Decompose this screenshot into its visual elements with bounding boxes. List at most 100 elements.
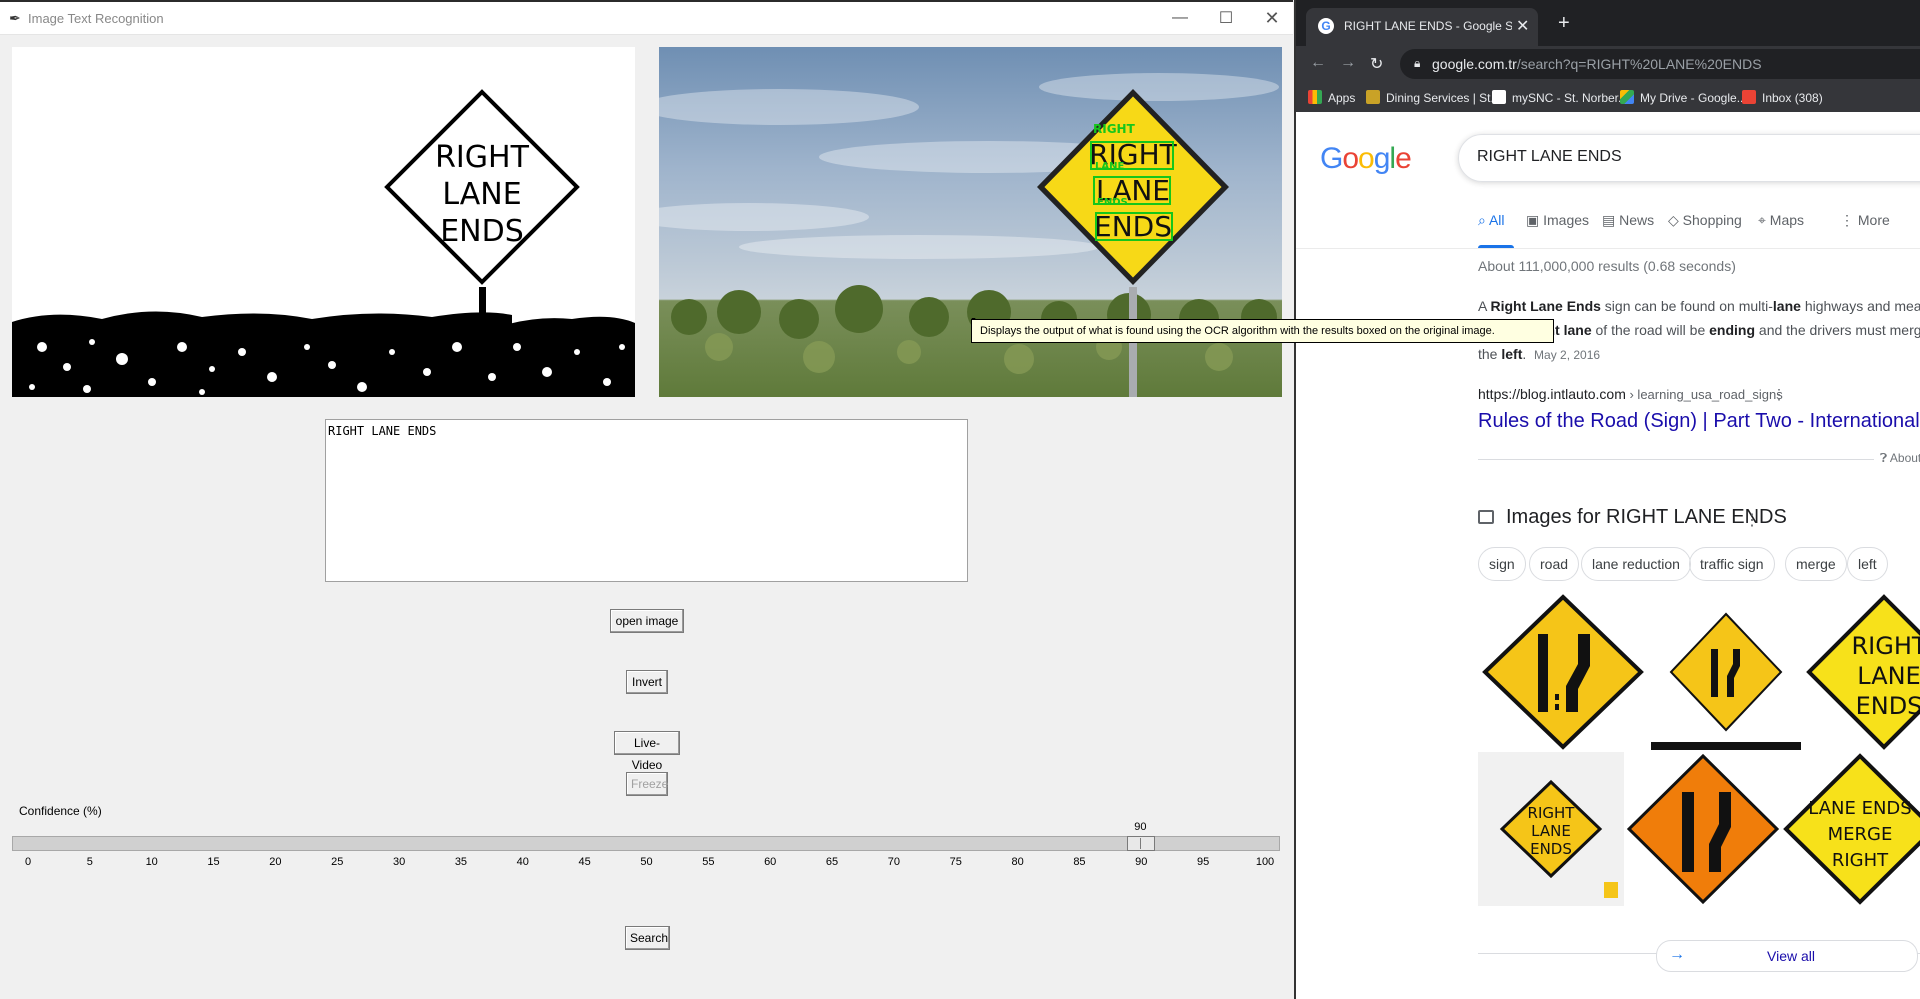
google-logo[interactable]: Google (1320, 142, 1412, 176)
drive-icon (1620, 90, 1634, 104)
tab-more[interactable]: ⋮ More (1840, 212, 1890, 229)
slider-tick-label: 15 (207, 856, 220, 868)
title-bar[interactable]: ✒ Image Text Recognition — ☐ ✕ (0, 2, 1293, 35)
slider-handle[interactable] (1127, 836, 1156, 851)
slider-tick-label: 80 (1011, 856, 1024, 868)
slider-value: 90 (1134, 821, 1147, 833)
invert-button[interactable]: Invert (626, 670, 668, 694)
confidence-label: Confidence (%) (19, 804, 102, 818)
sign-line-3: ENDS (440, 214, 524, 249)
bookmark-drive[interactable]: My Drive - Google... (1620, 90, 1747, 105)
tab-shopping[interactable]: ◇ Shopping (1668, 212, 1742, 229)
tooltip: Displays the output of what is found usi… (971, 319, 1554, 343)
chip-road[interactable]: road (1529, 547, 1580, 581)
svg-text:ENDS: ENDS (1856, 692, 1920, 720)
lock-icon: 🔒︎ (1414, 56, 1421, 70)
ocr-label-right: RIGHT (1093, 122, 1136, 136)
search-icon: ⌕ (1478, 212, 1489, 228)
map-pin-icon: ⌖ (1758, 212, 1770, 228)
help-icon: ❓︎ (1880, 451, 1890, 465)
new-tab-icon[interactable]: + (1558, 12, 1570, 35)
chip-merge[interactable]: merge (1785, 547, 1847, 581)
svg-text:ENDS: ENDS (1530, 840, 1572, 858)
image-thumbnail[interactable]: LANE ENDS MERGE RIGHT (1782, 752, 1920, 906)
slider-tick-label: 10 (145, 856, 158, 868)
back-arrow-icon[interactable]: ← (1310, 54, 1326, 72)
photo-sign-line-3: ENDS (1094, 210, 1172, 243)
address-bar[interactable]: 🔒︎ google.com.tr/search?q=RIGHT%20LANE%2… (1400, 49, 1920, 79)
chip-left[interactable]: left (1847, 547, 1888, 581)
reload-icon[interactable]: ↻ (1370, 54, 1383, 74)
slider-tick-label: 75 (949, 856, 962, 868)
chip-traffic-sign[interactable]: traffic sign (1689, 547, 1775, 581)
image-thumbnail[interactable]: RIGHT LANE ENDS (1478, 752, 1624, 906)
slider-tick-label: 40 (516, 856, 529, 868)
bookmark-gmail[interactable]: Inbox (308) (1742, 90, 1823, 105)
image-thumbnail[interactable] (1478, 594, 1648, 750)
browser-toolbar: ← → ↻ 🔒︎ google.com.tr/search?q=RIGHT%20… (1296, 46, 1920, 82)
svg-text:LANE: LANE (1531, 822, 1571, 840)
apps-grid-icon (1308, 90, 1322, 104)
slider-tick-label: 65 (825, 856, 839, 868)
chip-sign[interactable]: sign (1478, 547, 1526, 581)
image-thumbnail[interactable] (1627, 752, 1779, 906)
confidence-slider[interactable] (12, 836, 1280, 851)
slider-tick-label: 5 (86, 856, 93, 868)
live-video-button[interactable]: Live-Video (614, 731, 680, 772)
slider-tick-label: 70 (887, 856, 901, 868)
ocr-output-textbox[interactable]: RIGHT LANE ENDS (325, 419, 968, 582)
arrow-right-icon: → (1669, 946, 1685, 963)
close-button[interactable]: ✕ (1249, 2, 1295, 34)
about-snippet-link[interactable]: ❓︎ About (1880, 451, 1920, 466)
search-box[interactable]: RIGHT LANE ENDS (1458, 134, 1920, 182)
bookmark-mysnc[interactable]: mySNC - St. Norber... (1492, 90, 1628, 105)
ocr-label-lane: LANE (1095, 161, 1124, 172)
tab-all[interactable]: ⌕ All (1478, 212, 1505, 229)
slider-tick-label: 50 (640, 856, 653, 868)
svg-text:RIGHT: RIGHT (1832, 850, 1889, 871)
image-thumbnail[interactable]: RIGHT LANE ENDS (1804, 594, 1920, 750)
slider-tick-label: 90 (1135, 856, 1148, 868)
images-menu-icon[interactable]: ⋮ (1744, 510, 1760, 530)
search-button[interactable]: Search (625, 926, 670, 950)
slider-tick-label: 30 (392, 856, 406, 868)
slider-tick-label: 45 (578, 856, 591, 868)
image-thumbnail[interactable] (1651, 594, 1801, 750)
tab-news[interactable]: ▤ News (1602, 212, 1654, 229)
svg-text:MERGE: MERGE (1828, 824, 1893, 845)
snc-favicon-icon (1492, 90, 1506, 104)
snippet-date: May 2, 2016 (1534, 348, 1601, 362)
result-stats: About 111,000,000 results (0.68 seconds) (1478, 258, 1736, 274)
sign-line-1: RIGHT (435, 140, 529, 175)
bookmark-dining[interactable]: Dining Services | St... (1366, 90, 1501, 105)
tab-close-icon[interactable]: ✕ (1516, 16, 1529, 36)
result-menu-icon[interactable]: ⋮ (1772, 386, 1786, 403)
bookmark-apps[interactable]: Apps (1308, 90, 1355, 105)
view-all-button[interactable]: → View all (1656, 940, 1918, 972)
freeze-button[interactable]: Freeze (626, 772, 668, 796)
slider-tick-label: 55 (702, 856, 715, 868)
result-cite-url[interactable]: https://blog.intlauto.com › learning_usa… (1478, 386, 1783, 402)
result-title-link[interactable]: Rules of the Road (Sign) | Part Two - In… (1478, 410, 1920, 433)
svg-text:LANE ENDS: LANE ENDS (1808, 798, 1911, 819)
minimize-button[interactable]: — (1157, 2, 1203, 34)
chip-lane-reduction[interactable]: lane reduction (1581, 547, 1691, 581)
maximize-button[interactable]: ☐ (1203, 2, 1249, 34)
tab-images[interactable]: ▣ Images (1526, 212, 1589, 229)
divider (1478, 459, 1874, 460)
bookmarks-bar: Apps Dining Services | St... mySNC - St.… (1296, 82, 1920, 113)
slider-tick-label: 0 (24, 856, 32, 868)
slider-tick-label: 100 (1255, 856, 1275, 868)
slider-tick-label: 20 (269, 856, 282, 868)
threshold-image: RIGHT LANE ENDS (12, 47, 635, 397)
google-results-page: Google RIGHT LANE ENDS ⌕ All ▣ Images ▤ … (1296, 112, 1920, 999)
tab-strip: G RIGHT LANE ENDS - Google Search ✕ + (1296, 0, 1920, 46)
browser-window: G RIGHT LANE ENDS - Google Search ✕ + ← … (1294, 0, 1920, 999)
open-image-button[interactable]: open image (610, 609, 684, 633)
browser-tab[interactable]: G RIGHT LANE ENDS - Google Search ✕ (1306, 8, 1538, 46)
tab-maps[interactable]: ⌖ Maps (1758, 212, 1804, 229)
slider-tick-label: 85 (1073, 856, 1086, 868)
svg-text:RIGHT: RIGHT (1528, 804, 1576, 822)
svg-text:LANE: LANE (1857, 662, 1920, 690)
forward-arrow-icon[interactable]: → (1340, 54, 1356, 72)
